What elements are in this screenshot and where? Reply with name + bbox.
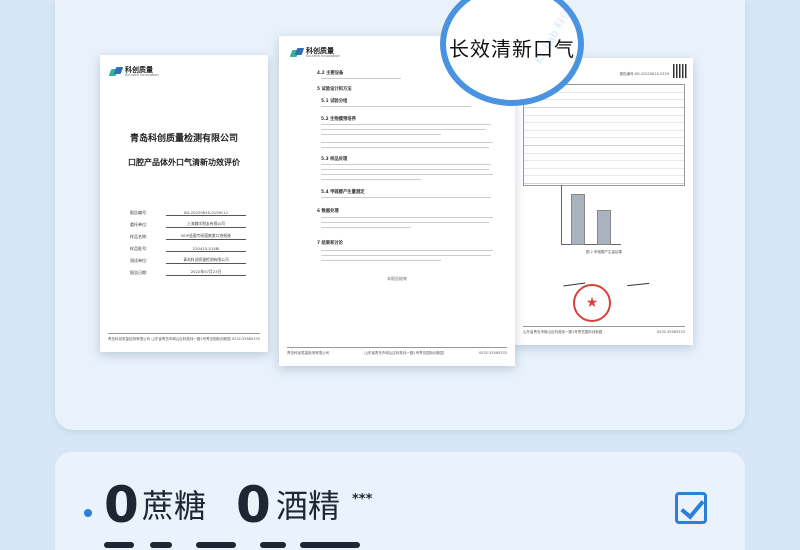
bullet-dot-icon: [84, 509, 92, 517]
info-row: 报告日期: 2022年07月23日: [130, 268, 246, 276]
page-footer: 青岛科创质量检测有限公司 山东省青岛市崂山区科苑纬一路1号青岛国际创新园 053…: [287, 347, 507, 356]
company-logo: 科创质量 Sci-tech Innovation: [110, 67, 159, 78]
footer-address: 山东省青岛市崂山区科苑纬一路1号青岛国际创新园: [151, 337, 231, 341]
info-value: BOP益菌专研菌爽漱口泡咽液: [166, 233, 246, 240]
text-line: [321, 129, 486, 131]
info-row: 样品名称: BOP益菌专研菌爽漱口泡咽液: [130, 232, 246, 240]
qr-code-icon: [673, 64, 687, 78]
signature: [562, 278, 586, 287]
cut-off-text: [196, 542, 236, 548]
info-key: 报告编号:: [130, 210, 148, 215]
zero-alcohol-number: 0: [236, 476, 271, 534]
footnote-stars: ***: [352, 492, 373, 507]
info-key: 测试单位:: [130, 258, 148, 263]
report-number: 报告编号:XD-2022061S-0159: [619, 72, 669, 76]
report-subtitle: 口腔产品体外口气清新功效评价: [128, 157, 240, 167]
logo-subtext: Sci-tech Innovation: [125, 73, 159, 77]
section-heading: 6 数据处理: [317, 209, 339, 214]
text-line: [321, 169, 489, 171]
footer-phone: 0532-55585333: [478, 351, 507, 355]
zero-alcohol-label: 酒精: [276, 487, 341, 525]
text-line: [321, 164, 491, 166]
company-logo: 科创质量 Sci-tech Innovation: [291, 48, 340, 59]
text-line: [321, 222, 489, 224]
info-value: 上海趣学朋友有限公司: [166, 221, 246, 228]
text-line: [321, 142, 493, 144]
cut-off-text: [300, 542, 360, 548]
text-line: [321, 147, 489, 149]
zero-sugar-label: 蔗糖: [142, 487, 207, 525]
end-note: 本报告结束: [387, 276, 407, 281]
cut-off-text: [150, 542, 172, 548]
text-line: [321, 124, 491, 126]
section-heading: 5.1 试验分组: [321, 99, 348, 104]
text-line: [321, 179, 421, 181]
logo-icon: [110, 67, 122, 77]
footer-phone: 0532-55585333: [657, 330, 685, 334]
checkbox-checked-icon: [675, 492, 707, 524]
info-row: 报告编号: XD-2022061S-0159CL1: [130, 208, 246, 216]
info-value: 2022年07月23日: [166, 269, 246, 276]
footer-phone: 0532-55585333: [231, 337, 260, 341]
info-key: 委托单位:: [130, 222, 148, 227]
info-key: 样品名称:: [130, 234, 148, 239]
chart-bar: [571, 194, 585, 245]
section-heading: 5 试验设计和方法: [317, 87, 352, 92]
results-table: [523, 84, 685, 186]
logo-subtext: Sci-tech Innovation: [306, 54, 340, 58]
section-heading: 4.2 主要设备: [317, 71, 344, 76]
chart-caption: 图 2 甲硫醇产生量结果: [586, 250, 622, 254]
footer-company: 青岛科创质量检测有限公司: [287, 351, 329, 355]
zero-sugar-number: 0: [104, 476, 139, 534]
chart-bar: [597, 210, 611, 245]
logo-icon: [291, 48, 303, 58]
text-line: [321, 174, 493, 176]
page-footer: 山东省青岛市崂山区科苑纬一路1号青岛国际创新园 0532-55585333: [523, 326, 685, 335]
info-key: 样品批号:: [130, 246, 148, 251]
text-line: [321, 260, 441, 262]
section-heading: 5.2 生物膜预培养: [321, 117, 356, 122]
text-line: [321, 134, 441, 136]
text-line: [321, 78, 401, 80]
text-line: [321, 197, 491, 199]
info-value: 220415-5148I: [166, 246, 246, 252]
footer-address: 山东省青岛市崂山区科苑纬一路1号青岛国际创新园: [523, 330, 603, 334]
text-line: [321, 255, 491, 257]
section-heading: 7 结果和讨论: [317, 241, 343, 246]
text-line: [321, 227, 411, 229]
info-value: 青岛科创质量检测有限公司: [166, 257, 246, 264]
report-results-page: 报告编号:XD-2022061S-0159 图 2 甲硫醇产生量结果 ★ 山东省…: [515, 58, 693, 345]
official-seal: ★: [573, 284, 611, 322]
signature: [626, 278, 650, 287]
text-line: [321, 250, 493, 252]
page-footer: 青岛科创质量检测有限公司 山东省青岛市崂山区科苑纬一路1号青岛国际创新园 053…: [108, 333, 260, 342]
results-chart: [561, 185, 621, 245]
info-key: 报告日期:: [130, 270, 148, 275]
cut-off-text: [260, 542, 286, 548]
text-line: [321, 106, 471, 108]
report-cover-page: 科创质量 Sci-tech Innovation 青岛科创质量检测有限公司 口腔…: [100, 55, 268, 352]
footer-address: 山东省青岛市崂山区科苑纬一路1号青岛国际创新园: [364, 351, 444, 355]
cut-off-text: [104, 542, 134, 548]
company-name: 青岛科创质量检测有限公司: [129, 134, 238, 144]
seal-star-icon: ★: [585, 295, 599, 311]
info-row: 委托单位: 上海趣学朋友有限公司: [130, 220, 246, 228]
text-line: [321, 217, 493, 219]
section-heading: 5.4 甲硫醇产生量测定: [321, 190, 365, 195]
info-row: 测试单位: 青岛科创质量检测有限公司: [130, 256, 246, 264]
footer-company: 青岛科创质量检测有限公司: [108, 337, 150, 341]
section-heading: 5.3 样品处理: [321, 157, 348, 162]
info-value: XD-2022061S-0159CL1: [166, 210, 246, 216]
info-row: 样品批号: 220415-5148I: [130, 244, 246, 252]
